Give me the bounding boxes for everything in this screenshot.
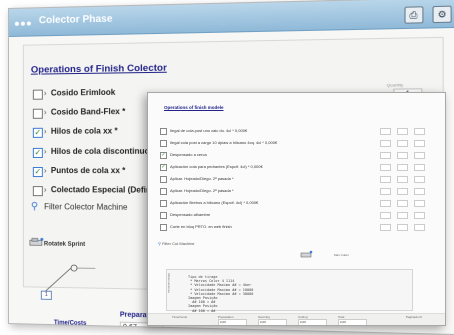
bottom-value-input[interactable]: 0,00 — [298, 319, 327, 326]
value-cell[interactable] — [414, 176, 425, 183]
operation-label: Despensado alhambre — [170, 212, 210, 217]
operation-label: Aplicación Bretros a hilicano (Espcif. 4… — [170, 200, 258, 205]
arrow-icon: › — [44, 147, 47, 156]
option-label: Cosido Erimlook — [51, 88, 115, 98]
filter-label: Filter Cut Machine — [162, 241, 194, 246]
operation-checkbox[interactable] — [160, 128, 167, 135]
machine-name[interactable]: Man Cutter — [334, 253, 349, 257]
value-cell[interactable] — [380, 176, 391, 183]
operation-checkbox[interactable] — [160, 200, 167, 207]
operation-checkbox[interactable] — [160, 212, 167, 219]
diagram-value: 1 — [41, 291, 52, 300]
operation-label: Aplicar. Hojeado/Diego. 2ª pasada * — [170, 188, 234, 193]
option-label: Cosido Band-Flex * — [51, 107, 125, 117]
option-checkbox[interactable]: ✓ — [33, 148, 43, 158]
operation-checkbox[interactable]: ✓ — [160, 152, 167, 159]
option-checkbox[interactable] — [33, 90, 43, 100]
operation-checkbox[interactable] — [160, 176, 167, 183]
operation-label: Ilegal de cola post uno calc du. 4cl * 0… — [170, 128, 247, 133]
value-cell[interactable] — [397, 152, 408, 159]
value-cell[interactable] — [397, 188, 408, 195]
operation-label: Despensado a cerca — [170, 152, 207, 157]
machine-name[interactable]: Rotatek Sprint — [44, 241, 85, 248]
bottom-bar — [148, 313, 445, 326]
time-costs-label: Time/Costs — [54, 320, 87, 327]
option-checkbox[interactable] — [33, 186, 43, 196]
operation-checkbox[interactable] — [160, 188, 167, 195]
print-icon[interactable]: ⎙ — [404, 6, 423, 23]
machine-icon — [300, 250, 314, 258]
filter-colector-machine[interactable]: ⚲ Filter Colector Machine — [31, 201, 128, 213]
value-cell[interactable] — [414, 200, 425, 207]
option-label: Puntos de cola xx * — [51, 166, 125, 175]
operation-checkbox[interactable] — [160, 140, 167, 147]
value-cell[interactable] — [397, 140, 408, 147]
value-cell[interactable] — [397, 200, 408, 207]
bottom-value-input[interactable]: 0,00 — [338, 319, 367, 326]
option-label: Colectado Especial (Define — [51, 185, 156, 195]
value-cell[interactable] — [414, 128, 425, 135]
value-cell[interactable] — [397, 128, 408, 135]
notes-text[interactable]: Tipo de tirage * Marcos Color 4 1114 * V… — [188, 275, 253, 313]
value-cell[interactable] — [380, 212, 391, 219]
value-cell[interactable] — [414, 164, 425, 171]
value-cell[interactable] — [380, 164, 391, 171]
option-checkbox[interactable]: ✓ — [33, 128, 43, 138]
operation-label: Ilegal cola post a cargo 10 dpiaw a hili… — [170, 140, 277, 145]
bottom-value-input[interactable]: 0,00 — [258, 319, 287, 326]
machine-icon — [29, 237, 45, 246]
value-cell[interactable] — [414, 224, 425, 231]
quantity-label: Quantity — [387, 82, 404, 88]
bottom-label: Paginado Fl — [406, 315, 422, 319]
notes-side-label: Observaciones — [167, 273, 171, 293]
value-cell[interactable] — [380, 200, 391, 207]
option-label: Hilos de cola discontinuos — [51, 147, 154, 156]
option-label: Hilos de cola xx * — [51, 126, 118, 135]
value-cell[interactable] — [380, 128, 391, 135]
search-icon: ⚲ — [31, 201, 42, 212]
value-cell[interactable] — [397, 164, 408, 171]
arrow-icon: › — [44, 108, 47, 117]
value-cell[interactable] — [414, 188, 425, 195]
value-cell[interactable] — [380, 224, 391, 231]
filter-label: Filter Colector Machine — [44, 202, 127, 212]
settings-icon[interactable]: ⚙ — [432, 6, 451, 24]
search-icon: ⚲ — [158, 241, 161, 246]
filter-cut-machine[interactable]: ⚲ Filter Cut Machine — [158, 241, 195, 246]
operation-checkbox[interactable]: ✓ — [160, 164, 167, 171]
value-cell[interactable] — [414, 140, 425, 147]
operation-checkbox[interactable] — [160, 224, 167, 231]
value-cell[interactable] — [414, 212, 425, 219]
option-checkbox[interactable] — [33, 109, 43, 119]
value-cell[interactable] — [380, 188, 391, 195]
operation-label: Aplicar. Hojeado/Diego. 2ª pasada * — [170, 176, 234, 181]
window-title: Colector Phase — [39, 14, 113, 27]
window-menu-icon[interactable] — [15, 12, 33, 30]
option-checkbox[interactable]: ✓ — [33, 167, 43, 177]
section-title: Operations of finish modele — [164, 105, 224, 110]
section-title: Operations of Finish Colector — [31, 62, 167, 75]
bottom-value-input[interactable]: 0,00 — [218, 319, 247, 326]
value-cell[interactable] — [397, 176, 408, 183]
value-cell[interactable] — [414, 152, 425, 159]
value-cell[interactable] — [380, 152, 391, 159]
arrow-icon: › — [44, 89, 47, 98]
arrow-icon: › — [44, 185, 47, 194]
value-cell[interactable] — [380, 140, 391, 147]
finish-module-window: Operations of finish modele Ilegal de co… — [147, 92, 446, 326]
value-cell[interactable] — [397, 212, 408, 219]
arrow-icon: › — [44, 127, 47, 136]
operation-label: Corte en bloq PRTO. en web finish — [170, 224, 232, 229]
arrow-icon: › — [44, 166, 47, 175]
window-titlebar: Colector Phase ⎙ ⚙ — [9, 0, 454, 37]
operation-label: Aplicación cola para pedrantes (Espcif. … — [170, 164, 263, 169]
bottom-label: Time/Costs — [172, 315, 187, 319]
value-cell[interactable] — [397, 224, 408, 231]
